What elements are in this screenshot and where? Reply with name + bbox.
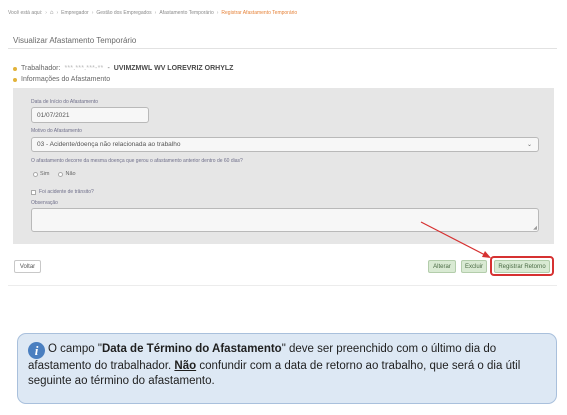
info-icon: i: [28, 342, 45, 359]
note-field-name: Data de Término do Afastamento: [101, 343, 282, 355]
note-text-part1: O campo ": [48, 343, 102, 355]
note-emphasis: Não: [174, 360, 197, 372]
bottom-divider: [8, 285, 557, 286]
info-note: iO campo "Data de Término do Afastamento…: [17, 333, 557, 404]
